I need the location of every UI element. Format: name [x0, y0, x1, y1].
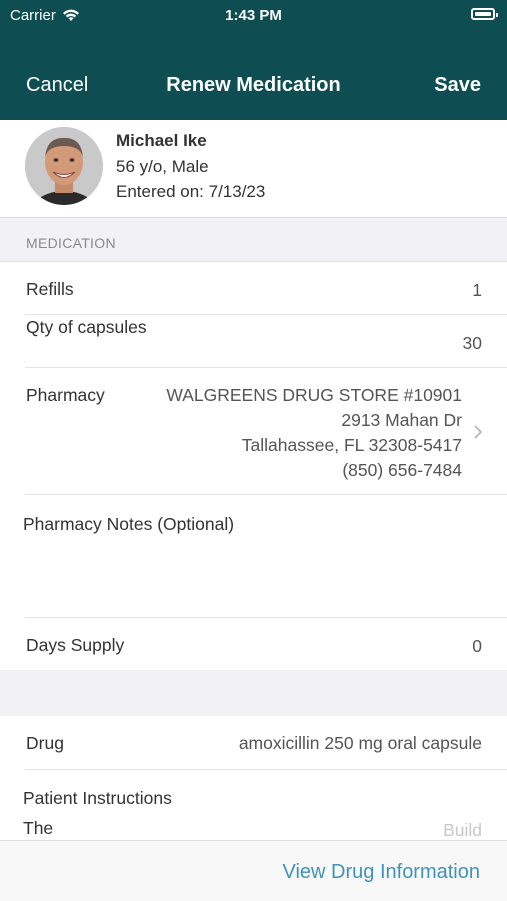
- status-bar: Carrier 1:43 PM: [0, 0, 507, 30]
- patient-name: Michael Ike: [116, 131, 207, 150]
- drug-value: amoxicillin 250 mg oral capsule: [238, 733, 482, 753]
- patient-instructions-text[interactable]: The: [23, 818, 53, 839]
- days-supply-label: Days Supply: [26, 635, 125, 655]
- battery-icon: [471, 8, 498, 20]
- medication-form-card: Refills 1 Qty of capsules 30 Pharmacy WA…: [0, 262, 507, 670]
- patient-header: Michael Ike 56 y/o, Male Entered on: 7/1…: [0, 120, 507, 218]
- drug-row[interactable]: Drug amoxicillin 250 mg oral capsule: [0, 716, 507, 769]
- navigation-bar: Cancel Renew Medication Save: [0, 30, 507, 120]
- qty-label: Qty of capsules: [26, 317, 147, 337]
- refills-label: Refills: [26, 279, 74, 299]
- drug-info-bar: View Drug Information: [0, 840, 507, 901]
- qty-row[interactable]: Qty of capsules 30: [0, 315, 507, 367]
- patient-entered-date: Entered on: 7/13/23: [116, 182, 266, 201]
- view-drug-information-link[interactable]: View Drug Information: [283, 861, 481, 884]
- build-placeholder[interactable]: Build: [443, 820, 482, 841]
- drug-card: Drug amoxicillin 250 mg oral capsule Pat…: [0, 716, 507, 840]
- qty-value[interactable]: 30: [463, 333, 482, 354]
- renew-medication-screen: Carrier 1:43 PM Cancel Renew Medication …: [0, 0, 507, 901]
- page-title: Renew Medication: [166, 74, 341, 96]
- patient-instructions-label: Patient Instructions: [23, 788, 172, 808]
- chevron-right-icon[interactable]: [473, 424, 483, 440]
- pharmacy-row[interactable]: Pharmacy WALGREENS DRUG STORE #10901 291…: [0, 368, 507, 494]
- days-supply-value[interactable]: 0: [472, 636, 482, 657]
- clock: 1:43 PM: [225, 7, 282, 24]
- pharmacy-notes-field[interactable]: Pharmacy Notes (Optional): [0, 495, 507, 617]
- patient-age-sex: 56 y/o, Male: [116, 157, 209, 176]
- refills-row[interactable]: Refills 1: [0, 262, 507, 314]
- pharmacy-name: WALGREENS DRUG STORE #10901: [166, 385, 462, 405]
- medication-section-header: MEDICATION: [0, 218, 507, 262]
- pharmacy-notes-label: Pharmacy Notes (Optional): [23, 514, 235, 534]
- pharmacy-city: Tallahassee, FL 32308-5417: [241, 435, 462, 455]
- person-photo-icon: [25, 127, 103, 205]
- pharmacy-label: Pharmacy: [26, 385, 105, 405]
- days-supply-row[interactable]: Days Supply 0: [0, 618, 507, 670]
- patient-instructions-field[interactable]: Patient Instructions The Build: [0, 770, 507, 840]
- save-button[interactable]: Save: [434, 74, 481, 97]
- drug-label: Drug: [26, 733, 64, 753]
- pharmacy-street: 2913 Mahan Dr: [341, 410, 462, 430]
- refills-value[interactable]: 1: [472, 280, 482, 301]
- section-label: MEDICATION: [26, 235, 116, 251]
- patient-avatar: [25, 127, 103, 205]
- pharmacy-phone: (850) 656-7484: [342, 460, 462, 480]
